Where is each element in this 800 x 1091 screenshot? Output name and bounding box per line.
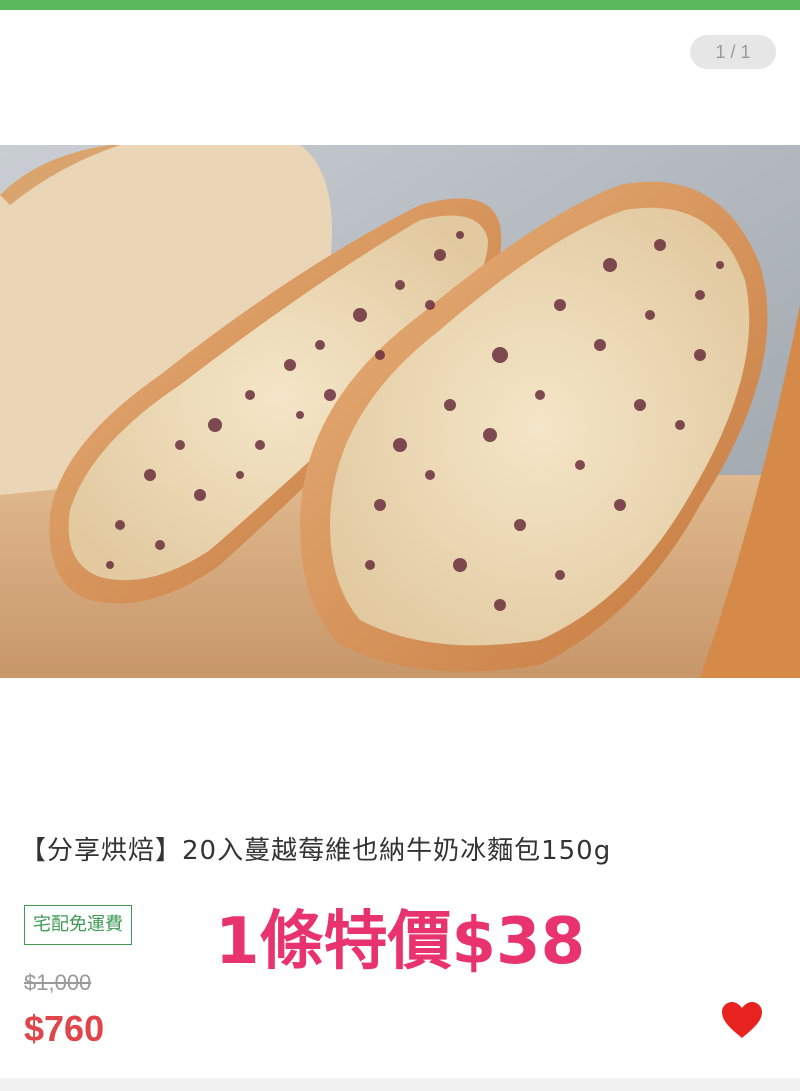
top-accent-bar <box>0 0 800 10</box>
bread-illustration <box>0 145 800 678</box>
bottom-divider <box>0 1078 800 1091</box>
heart-icon-glyph <box>722 1002 762 1038</box>
heart-icon[interactable] <box>720 1000 764 1040</box>
sale-price: $760 <box>24 1008 105 1049</box>
product-title[interactable]: 【分享烘焙】20入蔓越莓維也納牛奶冰麵包150g <box>20 830 780 867</box>
promo-price-text: 1條特價$38 <box>215 905 586 979</box>
free-shipping-badge: 宅配免運費 <box>24 905 132 945</box>
gallery-pager: 1 / 1 <box>690 35 776 69</box>
product-image[interactable] <box>0 145 800 678</box>
original-price: $1,000 <box>24 970 92 995</box>
